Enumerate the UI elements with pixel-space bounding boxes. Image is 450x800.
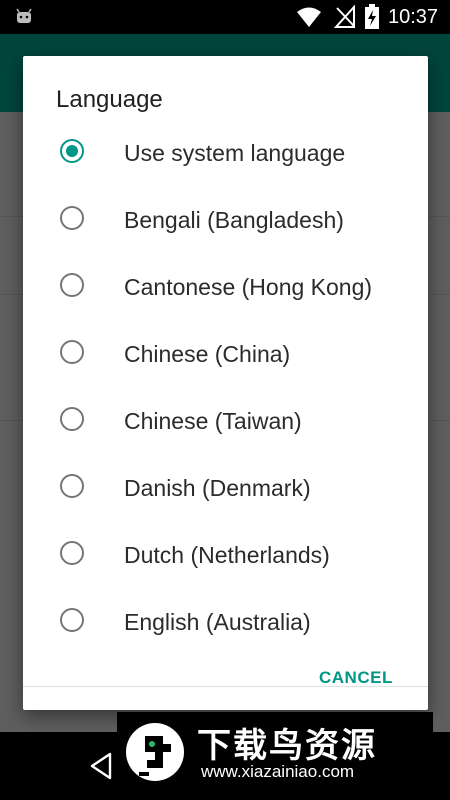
dialog-title: Language (56, 86, 163, 113)
language-option-label: Use system language (124, 140, 346, 166)
language-option[interactable]: Use system language (23, 120, 428, 187)
radio-button[interactable] (60, 608, 84, 632)
watermark-bird-logo-icon (126, 723, 184, 781)
radio-button[interactable] (60, 474, 84, 498)
language-option[interactable]: Cantonese (Hong Kong) (23, 254, 428, 321)
language-option[interactable]: Chinese (Taiwan) (23, 388, 428, 455)
language-option-label: English (Australia) (124, 609, 311, 635)
radio-button[interactable] (60, 206, 84, 230)
language-option-label: Chinese (China) (124, 341, 291, 367)
watermark: 下载鸟资源 www.xiazainiao.com (117, 712, 433, 788)
cancel-button[interactable]: CANCEL (311, 660, 401, 696)
android-icon (16, 8, 32, 23)
back-icon[interactable] (88, 752, 114, 780)
wifi-icon (297, 7, 321, 27)
language-option-label: Bengali (Bangladesh) (124, 207, 344, 233)
status-bar: 10:37 (0, 0, 450, 34)
battery-charging-icon (365, 4, 379, 29)
language-option[interactable]: Bengali (Bangladesh) (23, 187, 428, 254)
language-option[interactable]: Chinese (China) (23, 321, 428, 388)
watermark-url: www.xiazainiao.com (201, 762, 355, 781)
status-time: 10:37 (388, 6, 439, 28)
language-dialog: Language Use system language Bengali (Ba… (23, 56, 428, 710)
language-option[interactable]: English (Australia) (23, 589, 428, 656)
language-option-label: Danish (Denmark) (124, 475, 311, 501)
language-option-label: Cantonese (Hong Kong) (124, 274, 373, 300)
language-option-label: Chinese (Taiwan) (124, 408, 302, 434)
language-option-label: Dutch (Netherlands) (124, 542, 330, 568)
radio-button[interactable] (60, 340, 84, 364)
no-signal-icon (334, 5, 355, 28)
radio-button[interactable] (60, 541, 84, 565)
radio-button[interactable] (60, 407, 84, 431)
radio-button-checked[interactable] (60, 139, 84, 163)
language-option[interactable]: Danish (Denmark) (23, 455, 428, 522)
language-options-list[interactable]: Use system language Bengali (Bangladesh)… (23, 120, 428, 686)
watermark-title: 下载鸟资源 (197, 726, 377, 766)
language-option[interactable]: Dutch (Netherlands) (23, 522, 428, 589)
radio-button[interactable] (60, 273, 84, 297)
